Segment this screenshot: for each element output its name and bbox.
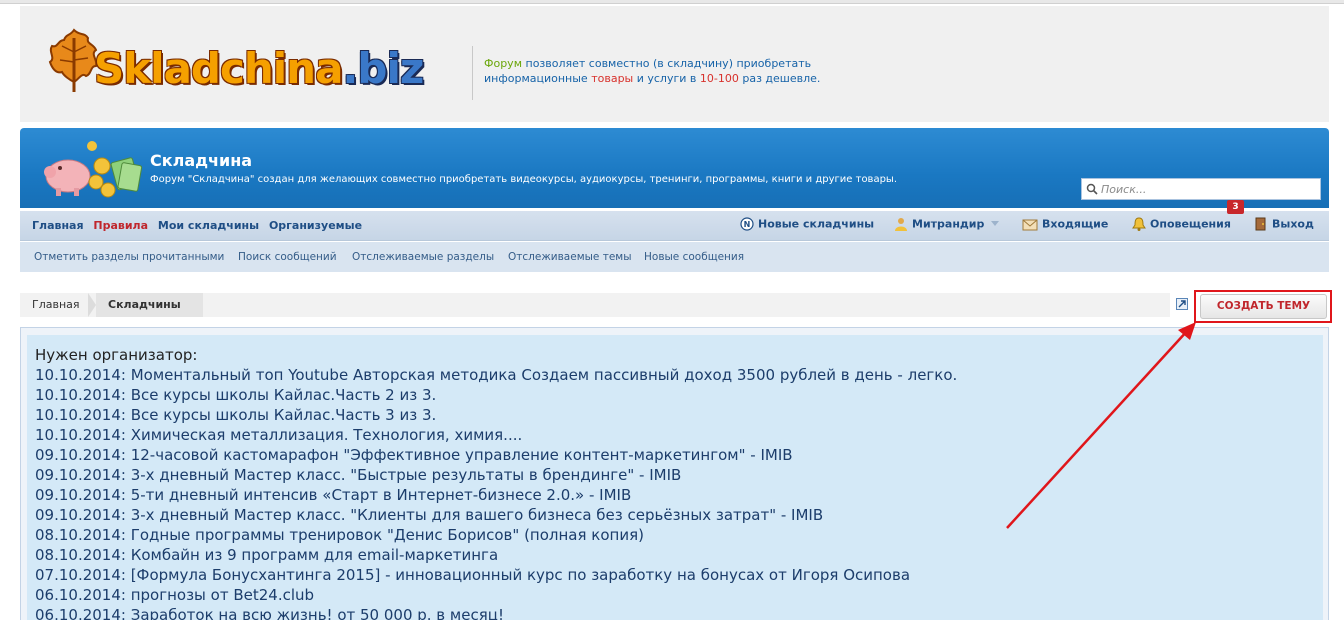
breadcrumb-separator: [188, 293, 198, 317]
user-icon: [895, 218, 907, 231]
list-item[interactable]: 10.10.2014: Все курсы школы Кайлас.Часть…: [35, 405, 1315, 425]
list-item[interactable]: 07.10.2014: [Формула Бонусхантинга 2015]…: [35, 565, 1315, 585]
breadcrumb-home[interactable]: Главная: [20, 293, 92, 317]
nav-tab-rules[interactable]: Правила: [93, 219, 148, 232]
search-box: [1081, 178, 1321, 200]
chevron-down-icon: [991, 221, 1000, 226]
list-item[interactable]: 08.10.2014: Годные программы тренировок …: [35, 525, 1315, 545]
site-header: Skladchina.biz Форум позволяет совместно…: [20, 6, 1329, 122]
list-title: Нужен организатор:: [35, 346, 198, 364]
breadcrumb-current[interactable]: Складчины: [96, 293, 203, 317]
svg-text:N: N: [744, 220, 751, 229]
inbox-icon: [1022, 219, 1038, 231]
list-item[interactable]: 08.10.2014: Комбайн из 9 программ для em…: [35, 545, 1315, 565]
nav-tab-home[interactable]: Главная: [32, 219, 84, 232]
breadcrumb: Главная Складчины: [20, 293, 1170, 317]
list-item[interactable]: 09.10.2014: 3-х дневный Мастер класс. "К…: [35, 505, 1315, 525]
search-icon[interactable]: [1086, 183, 1098, 195]
subnav-watched-threads[interactable]: Отслеживаемые темы: [508, 251, 632, 263]
site-tagline: Форум позволяет совместно (в складчину) …: [484, 57, 821, 85]
external-link-icon[interactable]: [1176, 298, 1188, 310]
list-item[interactable]: 10.10.2014: Моментальный топ Youtube Авт…: [35, 365, 1315, 385]
create-thread-button[interactable]: СОЗДАТЬ ТЕМУ: [1200, 294, 1327, 319]
header-divider: [472, 46, 473, 100]
list-item[interactable]: 10.10.2014: Все курсы школы Кайлас.Часть…: [35, 385, 1315, 405]
list-item[interactable]: 06.10.2014: Заработок на всю жизнь! от 5…: [35, 605, 1315, 620]
door-exit-icon: [1255, 217, 1266, 231]
forum-title: Складчина: [150, 151, 253, 170]
top-border: [0, 0, 1344, 4]
list-item[interactable]: 09.10.2014: 12-часовой кастомарафон "Эфф…: [35, 445, 1315, 465]
sub-navigation: Отметить разделы прочитанными Поиск сооб…: [20, 242, 1329, 272]
alerts-count-badge: 3: [1227, 200, 1244, 214]
logo-text: Skladchina.biz: [94, 44, 424, 93]
new-badge-icon: N: [740, 217, 754, 231]
forum-banner: Складчина Форум "Складчина" создан для ж…: [20, 128, 1329, 208]
nav-user-menu[interactable]: Митрандир: [894, 217, 1003, 235]
subnav-new-messages[interactable]: Новые сообщения: [644, 251, 744, 263]
nav-inbox[interactable]: Входящие: [1022, 217, 1108, 235]
nav-alerts[interactable]: Оповещения: [1132, 217, 1231, 235]
search-input[interactable]: [1101, 181, 1316, 197]
bell-icon: [1132, 217, 1146, 231]
site-logo[interactable]: Skladchina.biz: [34, 22, 474, 102]
breadcrumb-separator: [88, 293, 96, 317]
subnav-watched-forums[interactable]: Отслеживаемые разделы: [352, 251, 494, 263]
nav-tabs: Главная Правила Мои складчины Организуем…: [32, 219, 368, 232]
needs-organizer-list: Нужен организатор: 10.10.2014: Моменталь…: [27, 335, 1323, 620]
subnav-mark-read[interactable]: Отметить разделы прочитанными: [34, 251, 224, 263]
nav-logout[interactable]: Выход: [1254, 217, 1314, 235]
main-navigation: Главная Правила Мои складчины Организуем…: [20, 211, 1329, 241]
list-item[interactable]: 06.10.2014: прогнозы от Bet24.club: [35, 585, 1315, 605]
nav-tab-my-skladchiny[interactable]: Мои складчины: [158, 219, 259, 232]
piggy-bank-icon: [44, 141, 143, 198]
forum-description: Форум "Складчина" создан для желающих со…: [150, 174, 898, 185]
list-item[interactable]: 09.10.2014: 5-ти дневный интенсив «Старт…: [35, 485, 1315, 505]
content-panel: Нужен организатор: 10.10.2014: Моменталь…: [20, 327, 1329, 620]
list-item[interactable]: 09.10.2014: 3-х дневный Мастер класс. "Б…: [35, 465, 1315, 485]
nav-new-skladchiny[interactable]: N Новые складчины: [740, 217, 874, 235]
subnav-search-messages[interactable]: Поиск сообщений: [238, 251, 337, 263]
list-item[interactable]: 10.10.2014: Химическая металлизация. Тех…: [35, 425, 1315, 445]
nav-tab-organized[interactable]: Организуемые: [269, 219, 362, 232]
